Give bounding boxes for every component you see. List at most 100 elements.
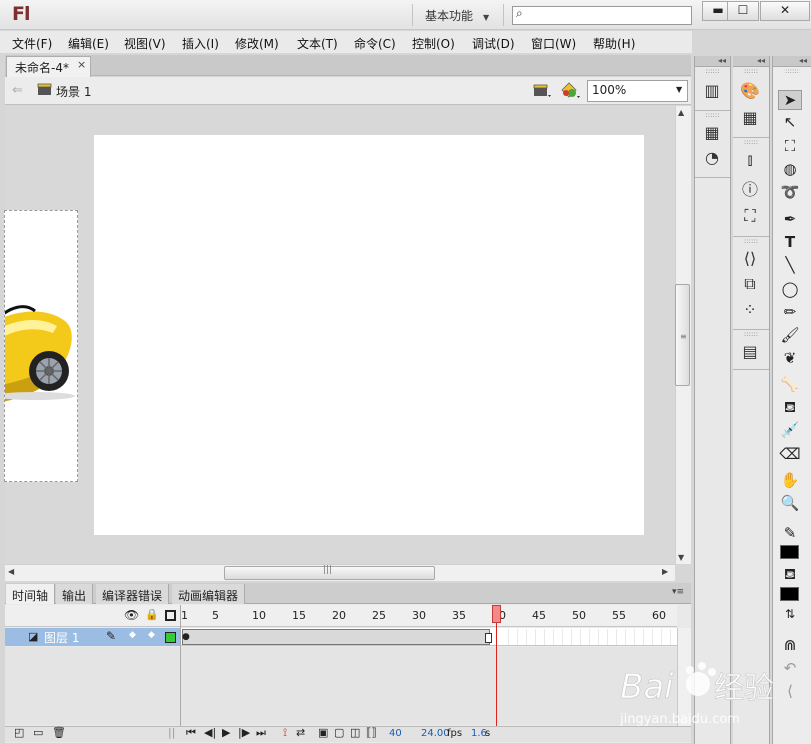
play-icon[interactable]: ▶ (222, 726, 230, 739)
component-inspector-icon[interactable]: ⁘ (739, 300, 761, 319)
oval-tool-icon[interactable]: ◯ (778, 280, 802, 298)
panel-menu-icon[interactable]: ▾≡ (672, 587, 684, 597)
tab-timeline[interactable]: 时间轴 (6, 584, 56, 604)
maximize-button[interactable]: ☐ (727, 1, 759, 21)
stroke-color-icon[interactable]: ✎ (778, 524, 802, 542)
menu-window[interactable]: 窗口(W) (531, 35, 576, 52)
scroll-down-icon[interactable]: ▼ (678, 553, 684, 562)
tab-compiler-errors[interactable]: 编译器错误 (96, 584, 170, 604)
layer-outline-color[interactable] (165, 632, 176, 643)
menu-debug[interactable]: 调试(D) (472, 35, 515, 52)
go-first-frame-icon[interactable]: ⏮ (186, 726, 196, 740)
pen-tool-icon[interactable]: ✒ (778, 210, 802, 228)
selection-tool-icon[interactable]: ➤ (778, 90, 802, 110)
offstage-car-image[interactable] (4, 210, 78, 482)
new-layer-icon[interactable]: ◰ (14, 726, 24, 739)
layer-name[interactable]: 图层 1 (44, 629, 79, 646)
show-hide-eye-icon[interactable]: 👁 (124, 608, 139, 622)
step-forward-icon[interactable]: |▶ (238, 726, 250, 739)
scroll-left-icon[interactable]: ◀ (8, 567, 14, 576)
menu-insert[interactable]: 插入(I) (182, 35, 219, 52)
modify-markers-icon[interactable]: ⟦⟧ (366, 726, 377, 739)
edit-multiple-frames-icon[interactable]: ◫ (350, 726, 360, 739)
menu-file[interactable]: 文件(F) (12, 35, 52, 52)
frame-rate[interactable]: 24.00 (421, 728, 450, 739)
step-back-icon[interactable]: ◀| (204, 726, 216, 739)
horizontal-scroll-thumb[interactable]: ||| (224, 565, 435, 580)
brush-tool-icon[interactable]: 🖌 (778, 326, 802, 344)
fill-color-swatch[interactable] (780, 587, 799, 601)
lock-icon[interactable]: 🔒 (145, 608, 159, 621)
align-icon[interactable]: ⫾ (739, 150, 761, 170)
swatches-icon[interactable]: ▦ (701, 123, 723, 142)
eyedropper-tool-icon[interactable]: 💉 (778, 421, 802, 439)
onion-skin-icon[interactable]: ▣ (318, 726, 328, 739)
collapse-icon[interactable]: ◂◂ (773, 56, 811, 67)
workspace-switcher[interactable]: 基本功能 ▼ (412, 4, 504, 26)
menu-help[interactable]: 帮助(H) (593, 35, 635, 52)
outline-icon[interactable] (165, 610, 176, 621)
empty-frames[interactable] (500, 629, 677, 645)
color-palette-icon[interactable]: 🎨 (739, 81, 761, 100)
chevron-down-icon[interactable]: ▼ (676, 85, 682, 94)
search-input[interactable] (512, 6, 692, 25)
menu-control[interactable]: 控制(O) (412, 35, 455, 52)
free-transform-tool-icon[interactable]: ⛶ (778, 137, 802, 155)
menu-modify[interactable]: 修改(M) (235, 35, 279, 52)
lock-dot-icon[interactable]: ◆ (148, 630, 155, 640)
delete-layer-icon[interactable]: 🗑 (52, 726, 66, 739)
menu-commands[interactable]: 命令(C) (354, 35, 396, 52)
zoom-select[interactable]: 100% (587, 80, 688, 102)
collapse-icon[interactable]: ◂◂ (733, 56, 769, 67)
tab-motion-editor[interactable]: 动画编辑器 (172, 584, 246, 604)
lasso-tool-icon[interactable]: ➰ (778, 183, 802, 201)
line-tool-icon[interactable]: ╲ (778, 256, 802, 274)
new-folder-icon[interactable]: ▭ (33, 726, 43, 739)
onion-outline-icon[interactable]: ▢ (334, 726, 344, 739)
frame-span[interactable] (182, 629, 490, 645)
menu-view[interactable]: 视图(V) (124, 35, 166, 52)
edit-symbols-icon[interactable] (560, 81, 582, 101)
pencil-tool-icon[interactable]: ✏ (778, 303, 802, 321)
stroke-color-swatch[interactable] (780, 545, 799, 559)
scroll-up-icon[interactable]: ▲ (678, 108, 684, 117)
go-last-frame-icon[interactable]: ⏭ (256, 726, 266, 740)
center-frame-icon[interactable]: ⟟ (283, 726, 287, 740)
paint-bucket-tool-icon[interactable]: ⛾ (778, 398, 802, 418)
playhead[interactable] (492, 605, 501, 623)
eraser-tool-icon[interactable]: ⌫ (778, 445, 802, 463)
scroll-right-icon[interactable]: ▶ (662, 567, 668, 576)
code-snippets-icon[interactable]: ⟨⟩ (739, 249, 761, 268)
subselection-tool-icon[interactable]: ↖ (778, 113, 802, 131)
fill-color-icon[interactable]: ⛾ (778, 565, 802, 585)
color-swatches-icon[interactable]: ▦ (739, 108, 761, 127)
library-icon[interactable]: ▥ (701, 81, 723, 100)
vertical-scroll-thumb[interactable]: ≡ (675, 284, 690, 386)
movie-explorer-icon[interactable]: ▤ (739, 342, 761, 361)
stage-canvas[interactable] (94, 135, 644, 535)
splitter-icon[interactable]: || (168, 726, 175, 739)
zoom-tool-icon[interactable]: 🔍 (778, 494, 802, 512)
motion-presets-icon[interactable]: ◔ (701, 148, 723, 167)
back-arrow-icon[interactable]: ⇐ (12, 83, 23, 98)
close-button[interactable]: ✕ (760, 1, 810, 21)
visible-dot-icon[interactable]: ◆ (129, 630, 136, 640)
current-frame[interactable]: 40 (389, 728, 402, 739)
text-tool-icon[interactable]: T (778, 233, 802, 251)
menu-edit[interactable]: 编辑(E) (68, 35, 109, 52)
components-icon[interactable]: ⧉ (739, 274, 761, 294)
loop-icon[interactable]: ⇄ (296, 726, 305, 739)
tab-output[interactable]: 输出 (56, 584, 94, 604)
swap-colors-icon[interactable]: ⇅ (778, 607, 802, 621)
edit-scene-icon[interactable] (533, 82, 553, 100)
menu-text[interactable]: 文本(T) (297, 35, 338, 52)
info-icon[interactable]: ⓘ (739, 176, 761, 200)
3d-rotation-tool-icon[interactable]: ◍ (778, 160, 802, 178)
layer-divider[interactable] (180, 605, 181, 727)
transform-icon[interactable]: ⛶ (739, 206, 761, 226)
hand-tool-icon[interactable]: ✋ (778, 471, 802, 489)
close-tab-icon[interactable]: × (77, 58, 86, 71)
deco-tool-icon[interactable]: ❦ (778, 349, 802, 367)
collapse-icon[interactable]: ◂◂ (695, 56, 730, 67)
bone-tool-icon[interactable]: 🦴 (778, 375, 802, 393)
